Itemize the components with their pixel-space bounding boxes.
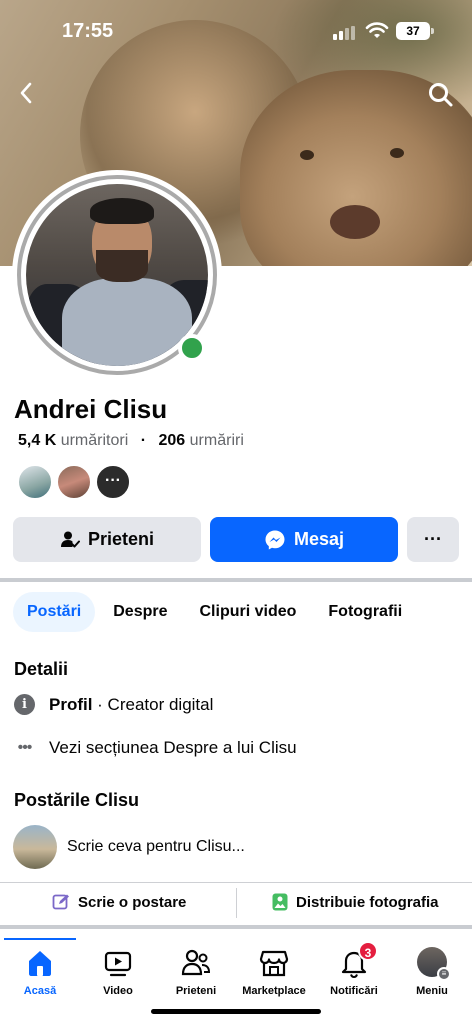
write-post-button[interactable]: Scrie o postare bbox=[52, 893, 186, 911]
notification-badge: 3 bbox=[358, 941, 378, 961]
mutual-friends[interactable]: ··· bbox=[17, 464, 131, 500]
video-icon bbox=[102, 947, 134, 979]
info-icon: i bbox=[14, 694, 35, 715]
section-divider bbox=[0, 578, 472, 582]
profile-category: · Creator digital bbox=[92, 694, 214, 714]
tab-videos[interactable]: Clipuri video bbox=[186, 592, 311, 632]
status-bar: 17:55 37 bbox=[0, 0, 472, 60]
profile-name: Andrei Clisu bbox=[14, 394, 168, 424]
friend-avatar[interactable] bbox=[17, 464, 53, 500]
message-button-label: Mesaj bbox=[293, 529, 345, 549]
action-divider bbox=[236, 888, 237, 918]
more-dots-icon: ••• bbox=[17, 739, 33, 756]
nav-notifications[interactable]: 3 Notificări bbox=[314, 941, 394, 997]
nav-label: Acasă bbox=[23, 985, 57, 997]
friends-button[interactable]: Prieteni bbox=[13, 517, 201, 562]
profile-label: Profil bbox=[49, 694, 93, 714]
about-link-row[interactable]: ••• Vezi secțiunea Despre a lui Clisu bbox=[14, 738, 297, 758]
chevron-left-icon bbox=[20, 82, 32, 104]
marketplace-icon bbox=[258, 947, 290, 979]
messenger-icon bbox=[265, 530, 285, 549]
posts-heading: Postările Clisu bbox=[14, 790, 140, 810]
back-button[interactable] bbox=[12, 78, 42, 108]
write-post-label: Scrie o postare bbox=[78, 893, 187, 911]
about-link[interactable]: Vezi secțiunea Despre a lui Clisu bbox=[49, 738, 297, 758]
friends-icon bbox=[180, 947, 212, 979]
profile-stats[interactable]: 5,4 K urmăritori · 206 urmăriri bbox=[18, 432, 244, 450]
nav-label: Prieteni bbox=[175, 985, 217, 997]
nav-label: Marketplace bbox=[242, 985, 306, 997]
menu-icon: ≡ bbox=[416, 947, 451, 981]
nav-label: Video bbox=[103, 985, 133, 997]
status-time: 17:55 bbox=[62, 20, 114, 42]
online-status-dot bbox=[178, 334, 206, 362]
tab-posts[interactable]: Postări bbox=[13, 592, 96, 632]
following-count: 206 bbox=[158, 432, 186, 449]
more-options-button[interactable]: ··· bbox=[407, 517, 459, 562]
friend-avatar[interactable] bbox=[56, 464, 92, 500]
edit-icon bbox=[52, 894, 69, 910]
tab-photos[interactable]: Fotografii bbox=[314, 592, 416, 632]
followers-label: urmăritori bbox=[60, 432, 129, 449]
nav-menu[interactable]: ≡ Meniu bbox=[392, 947, 472, 997]
followers-count: 5,4 K bbox=[18, 432, 57, 449]
search-button[interactable] bbox=[426, 80, 456, 110]
composer-input[interactable]: Scrie ceva pentru Clisu... bbox=[67, 838, 245, 856]
section-divider bbox=[0, 925, 472, 929]
composer-avatar[interactable] bbox=[13, 825, 57, 869]
home-indicator[interactable] bbox=[151, 1009, 321, 1014]
following-label: urmăriri bbox=[189, 432, 244, 449]
nav-label: Notificări bbox=[330, 985, 378, 997]
more-friends-button[interactable]: ··· bbox=[95, 464, 131, 500]
friends-button-label: Prieteni bbox=[87, 529, 155, 549]
dog-eye-left bbox=[300, 150, 314, 160]
signal-icon bbox=[333, 26, 355, 40]
share-photo-button[interactable]: Distribuie fotografia bbox=[272, 893, 439, 911]
menu-avatar: ≡ bbox=[417, 947, 451, 981]
friend-check-icon bbox=[60, 531, 80, 547]
search-icon bbox=[429, 83, 453, 107]
battery-indicator: 37 bbox=[396, 22, 434, 40]
nav-marketplace[interactable]: Marketplace bbox=[234, 947, 314, 997]
message-button[interactable]: Mesaj bbox=[210, 517, 398, 562]
detail-profile-row: i Profil · Creator digital bbox=[14, 694, 213, 715]
photo-icon bbox=[272, 893, 288, 911]
nav-friends[interactable]: Prieteni bbox=[156, 947, 236, 997]
bell-icon: 3 bbox=[338, 941, 378, 979]
active-tab-indicator bbox=[4, 938, 76, 940]
divider bbox=[0, 882, 472, 883]
share-photo-label: Distribuie fotografia bbox=[296, 893, 439, 911]
nav-label: Meniu bbox=[416, 985, 448, 997]
menu-lines-icon: ≡ bbox=[437, 967, 451, 981]
nav-video[interactable]: Video bbox=[78, 947, 158, 997]
tab-about[interactable]: Despre bbox=[99, 592, 181, 632]
dog-nose bbox=[330, 205, 380, 239]
nav-home[interactable]: Acasă bbox=[0, 947, 80, 997]
details-heading: Detalii bbox=[14, 659, 69, 679]
wifi-icon bbox=[365, 22, 389, 38]
profile-tabs: Postări Despre Clipuri video Fotografii bbox=[13, 592, 416, 632]
home-icon bbox=[24, 947, 56, 979]
dog-eye-right bbox=[390, 148, 404, 158]
